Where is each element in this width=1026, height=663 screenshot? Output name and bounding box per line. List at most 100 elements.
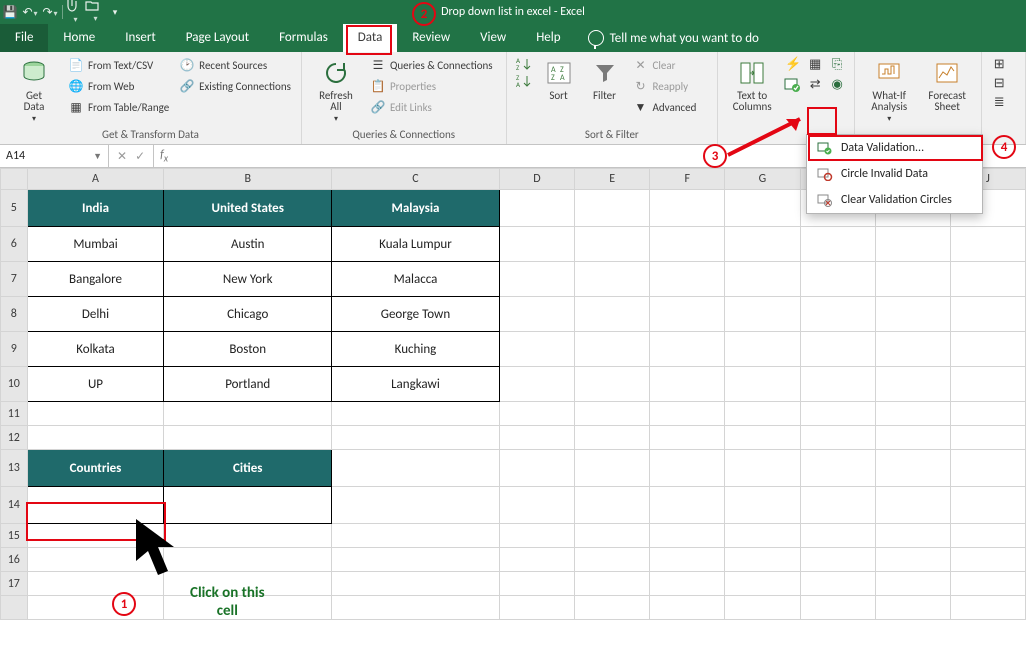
- cell-J8[interactable]: [950, 297, 1025, 332]
- cell-E5[interactable]: [575, 190, 650, 227]
- properties-button[interactable]: 📋Properties: [368, 77, 495, 95]
- cell-C8[interactable]: George Town: [332, 297, 500, 332]
- cell-I17[interactable]: [875, 572, 950, 596]
- cell-G13[interactable]: [725, 450, 800, 487]
- cell-A14[interactable]: [27, 487, 164, 524]
- tab-view[interactable]: View: [465, 24, 521, 52]
- data-validation-icon[interactable]: [784, 76, 802, 92]
- cell-E12[interactable]: [575, 426, 650, 450]
- cell-G18[interactable]: [725, 596, 800, 620]
- cell-J6[interactable]: [950, 227, 1025, 262]
- cell-I15[interactable]: [875, 524, 950, 548]
- sort-desc-icon[interactable]: ZA: [515, 73, 533, 89]
- spreadsheet-grid[interactable]: ABCDEFGHIJ5IndiaUnited StatesMalaysia6Mu…: [0, 168, 1026, 663]
- cell-A7[interactable]: Bangalore: [27, 262, 164, 297]
- cell-J13[interactable]: [950, 450, 1025, 487]
- save-icon[interactable]: 💾: [0, 5, 20, 20]
- filter-button[interactable]: Filter: [585, 56, 625, 101]
- data-model-icon[interactable]: ◉: [828, 76, 846, 92]
- advanced-filter-button[interactable]: ▼Advanced: [631, 98, 699, 116]
- cell-E16[interactable]: [575, 548, 650, 572]
- queries-connections-button[interactable]: ☰Queries & Connections: [368, 56, 495, 74]
- cell-H11[interactable]: [800, 402, 875, 426]
- clear-filter-button[interactable]: ✕Clear: [631, 56, 699, 74]
- col-header-D[interactable]: D: [499, 169, 574, 190]
- cell-G15[interactable]: [725, 524, 800, 548]
- cell-J17[interactable]: [950, 572, 1025, 596]
- cell-C12[interactable]: [332, 426, 500, 450]
- row-header-17[interactable]: 17: [1, 572, 28, 596]
- cell-G6[interactable]: [725, 227, 800, 262]
- cell-I14[interactable]: [875, 487, 950, 524]
- cell-B15[interactable]: [164, 524, 332, 548]
- cell-C5[interactable]: Malaysia: [332, 190, 500, 227]
- row-header-18[interactable]: [1, 596, 28, 620]
- cell-F13[interactable]: [650, 450, 725, 487]
- cell-J15[interactable]: [950, 524, 1025, 548]
- cell-A11[interactable]: [27, 402, 164, 426]
- enter-formula-icon[interactable]: ✓: [135, 149, 145, 164]
- cell-D10[interactable]: [499, 367, 574, 402]
- qat-customize-icon[interactable]: ▾: [105, 7, 125, 18]
- name-box[interactable]: A14 ▼: [0, 145, 109, 167]
- cell-E8[interactable]: [575, 297, 650, 332]
- col-header-C[interactable]: C: [332, 169, 500, 190]
- cell-B7[interactable]: New York: [164, 262, 332, 297]
- cell-J12[interactable]: [950, 426, 1025, 450]
- cell-G7[interactable]: [725, 262, 800, 297]
- cell-G11[interactable]: [725, 402, 800, 426]
- cell-H9[interactable]: [800, 332, 875, 367]
- cell-D7[interactable]: [499, 262, 574, 297]
- tab-home[interactable]: Home: [48, 24, 110, 52]
- cell-H14[interactable]: [800, 487, 875, 524]
- cell-A16[interactable]: [27, 548, 164, 572]
- row-header-13[interactable]: 13: [1, 450, 28, 487]
- row-header-8[interactable]: 8: [1, 297, 28, 332]
- cell-F18[interactable]: [650, 596, 725, 620]
- cell-D16[interactable]: [499, 548, 574, 572]
- cell-B8[interactable]: Chicago: [164, 297, 332, 332]
- forecast-sheet-button[interactable]: Forecast Sheet: [921, 56, 973, 112]
- cell-J18[interactable]: [950, 596, 1025, 620]
- cell-F17[interactable]: [650, 572, 725, 596]
- cell-C14[interactable]: [332, 487, 500, 524]
- cell-E15[interactable]: [575, 524, 650, 548]
- cell-E18[interactable]: [575, 596, 650, 620]
- row-header-16[interactable]: 16: [1, 548, 28, 572]
- cell-D13[interactable]: [499, 450, 574, 487]
- cell-I11[interactable]: [875, 402, 950, 426]
- cell-C18[interactable]: [332, 596, 500, 620]
- col-header-A[interactable]: A: [27, 169, 164, 190]
- tab-formulas[interactable]: Formulas: [264, 24, 343, 52]
- tell-me[interactable]: Tell me what you want to do: [576, 24, 759, 52]
- cell-H8[interactable]: [800, 297, 875, 332]
- tab-data[interactable]: Data: [343, 24, 398, 52]
- cell-J10[interactable]: [950, 367, 1025, 402]
- cell-G14[interactable]: [725, 487, 800, 524]
- ungroup-icon[interactable]: ⊟: [990, 75, 1008, 91]
- group-rows-icon[interactable]: ⊞: [990, 56, 1008, 72]
- cell-G8[interactable]: [725, 297, 800, 332]
- cell-G9[interactable]: [725, 332, 800, 367]
- tab-insert[interactable]: Insert: [110, 24, 171, 52]
- open-icon[interactable]: [85, 0, 105, 25]
- cell-A12[interactable]: [27, 426, 164, 450]
- cell-H10[interactable]: [800, 367, 875, 402]
- cell-H12[interactable]: [800, 426, 875, 450]
- tab-file[interactable]: File: [0, 24, 48, 52]
- cell-B18[interactable]: [164, 596, 332, 620]
- cell-A6[interactable]: Mumbai: [27, 227, 164, 262]
- cell-J7[interactable]: [950, 262, 1025, 297]
- redo-icon[interactable]: ↷: [40, 5, 60, 20]
- col-header-E[interactable]: E: [575, 169, 650, 190]
- cell-A13[interactable]: Countries: [27, 450, 164, 487]
- cell-F14[interactable]: [650, 487, 725, 524]
- cell-E11[interactable]: [575, 402, 650, 426]
- cell-B11[interactable]: [164, 402, 332, 426]
- touch-mode-icon[interactable]: [65, 0, 85, 26]
- cell-B6[interactable]: Austin: [164, 227, 332, 262]
- cell-A17[interactable]: [27, 572, 164, 596]
- cell-B14[interactable]: [164, 487, 332, 524]
- cell-B5[interactable]: United States: [164, 190, 332, 227]
- cell-H6[interactable]: [800, 227, 875, 262]
